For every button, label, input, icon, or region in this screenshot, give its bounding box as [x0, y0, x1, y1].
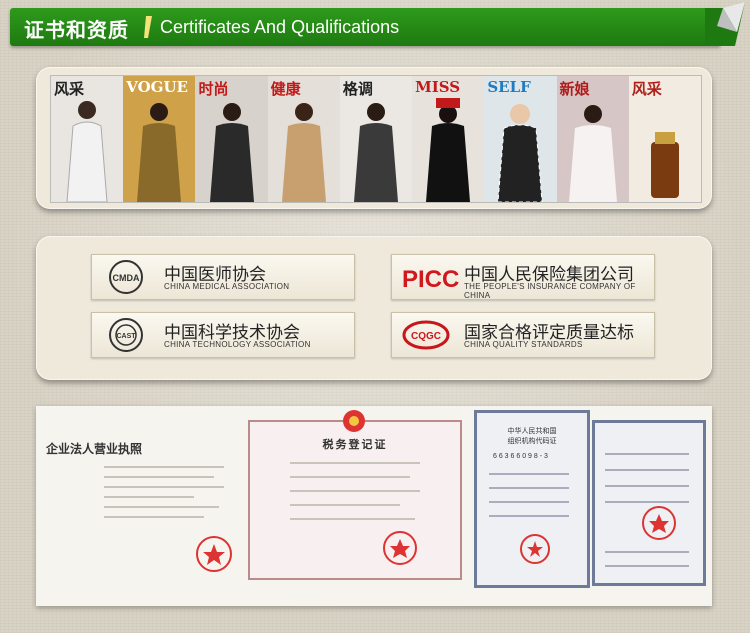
text-line: [104, 476, 214, 478]
magazine-cover: 风采: [628, 76, 701, 202]
model-figure-icon: [137, 103, 182, 202]
divider-tick-icon: [144, 16, 152, 38]
association-name-en: CHINA MEDICAL ASSOCIATION: [164, 282, 290, 291]
magazine-panel: 风采 VOGUE 时尚 健康 格调 MISS SELF 新娘 风采: [36, 67, 712, 209]
cmda-logo-icon: CMDA: [109, 260, 143, 294]
model-figure-icon: [66, 101, 108, 202]
model-figure-icon: [426, 98, 471, 202]
product-bottle-icon: [650, 132, 679, 198]
organization-code-certificate: 中华人民共和国 组织机构代码证 6 6 3 6 6 0 9 8 - 3: [474, 410, 590, 588]
cast-logo-icon: CAST: [109, 318, 143, 352]
text-line: [605, 469, 689, 471]
association-card-cqgc: CQGC 国家合格评定质量达标 CHINA QUALITY STANDARDS: [391, 312, 655, 358]
text-line: [104, 466, 224, 468]
text-line: [489, 515, 569, 517]
text-line: [104, 486, 224, 488]
svg-text:CAST: CAST: [116, 333, 136, 340]
association-name-en: CHINA QUALITY STANDARDS: [464, 340, 583, 349]
header-ribbon: 证书和资质 Certificates And Qualifications: [10, 8, 720, 46]
association-card-cmda: CMDA 中国医师协会 CHINA MEDICAL ASSOCIATION: [91, 254, 355, 300]
svg-text:CQGC: CQGC: [411, 331, 441, 342]
magazine-cover: 格调: [339, 76, 413, 202]
red-seal-icon: [642, 506, 676, 540]
red-seal-icon: [196, 536, 232, 572]
association-name-en: CHINA TECHNOLOGY ASSOCIATION: [164, 340, 311, 349]
picc-logo-icon: PICC: [402, 266, 459, 293]
text-line: [489, 487, 569, 489]
cqgc-logo-icon: CQGC: [402, 320, 450, 350]
magazine-cover: VOGUE: [123, 76, 196, 202]
association-name-en: THE PEOPLE'S INSURANCE COMPANY OF CHINA: [464, 282, 636, 300]
association-card-cast: CAST 中国科学技术协会 CHINA TECHNOLOGY ASSOCIATI…: [91, 312, 355, 358]
text-line: [605, 551, 689, 553]
organization-code-certificate-copy: [592, 420, 706, 586]
org-title-line2: 组织机构代码证: [507, 438, 557, 445]
svg-text:PICC: PICC: [402, 266, 459, 293]
magazine-cover: MISS: [412, 76, 485, 202]
text-line: [605, 565, 689, 567]
text-line: [605, 485, 689, 487]
model-figure-icon: [281, 103, 326, 202]
text-line: [290, 476, 410, 478]
text-line: [489, 473, 569, 475]
red-seal-icon: [520, 534, 550, 564]
svg-text:CMDA: CMDA: [113, 273, 140, 283]
text-line: [290, 462, 420, 464]
org-title-line1: 中华人民共和国: [507, 428, 557, 435]
model-figure-icon: [209, 103, 254, 202]
magazine-cover: 新娘: [556, 76, 629, 202]
magazine-strip: 风采 VOGUE 时尚 健康 格调 MISS SELF 新娘 风采: [50, 75, 702, 203]
text-line: [104, 516, 204, 518]
text-line: [290, 518, 415, 520]
red-seal-icon: [383, 531, 417, 565]
business-license: 企业法人营业执照: [44, 436, 240, 586]
association-card-picc: PICC 中国人民保险集团公司 THE PEOPLE'S INSURANCE C…: [391, 254, 655, 300]
org-code-number: 6 6 3 6 6 0 9 8 - 3: [493, 453, 548, 460]
text-line: [104, 506, 219, 508]
text-line: [489, 501, 569, 503]
text-line: [290, 504, 400, 506]
text-line: [605, 453, 689, 455]
tax-certificate: 税务登记证: [248, 410, 462, 580]
text-line: [104, 496, 194, 498]
certificates-strip: 企业法人营业执照 税务登记证 中华人民共和国 组织机构代码证 6 6 3 6 6…: [36, 406, 712, 606]
model-figure-icon: [353, 103, 398, 202]
magazine-cover: 风采: [51, 76, 124, 202]
emblem-icon: [343, 410, 365, 432]
text-line: [290, 490, 420, 492]
magazine-cover: SELF: [484, 76, 557, 202]
magazine-cover: 健康: [267, 76, 340, 202]
tax-certificate-title: 税务登记证: [322, 439, 388, 451]
header-title-en: Certificates And Qualifications: [160, 17, 400, 37]
ribbon-fold-icon: [705, 2, 745, 46]
magazine-cover: 时尚: [195, 76, 268, 202]
associations-panel: CMDA 中国医师协会 CHINA MEDICAL ASSOCIATION PI…: [36, 236, 712, 380]
model-figure-icon: [497, 104, 543, 202]
header-title-cn: 证书和资质: [24, 20, 129, 42]
business-license-title: 企业法人营业执照: [46, 442, 143, 456]
model-figure-icon: [568, 105, 617, 202]
